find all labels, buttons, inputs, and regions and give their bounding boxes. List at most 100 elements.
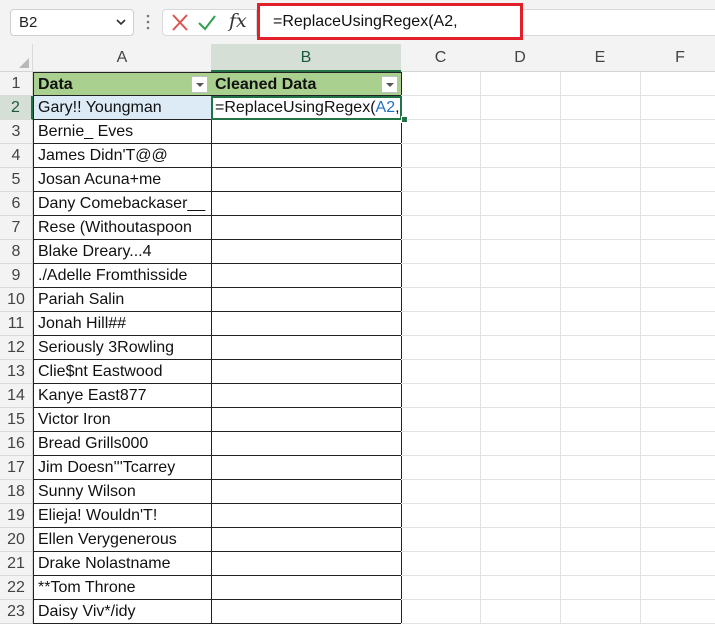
table-header-data[interactable]: Data: [33, 72, 212, 96]
cleaned-data-cell[interactable]: [211, 192, 402, 216]
data-cell[interactable]: Dany Comebackaser__: [33, 192, 212, 216]
empty-cell[interactable]: [401, 456, 481, 480]
empty-cell[interactable]: [401, 480, 481, 504]
empty-cell[interactable]: [480, 456, 561, 480]
data-cell[interactable]: ./Adelle Fromthisside: [33, 264, 212, 288]
row-header[interactable]: 19: [0, 504, 33, 528]
empty-cell[interactable]: [480, 600, 561, 624]
empty-cell[interactable]: [560, 120, 641, 144]
empty-cell[interactable]: [401, 288, 481, 312]
cleaned-data-cell[interactable]: [211, 384, 402, 408]
column-header[interactable]: F: [640, 44, 715, 72]
row-header[interactable]: 4: [0, 144, 33, 168]
empty-cell[interactable]: [401, 216, 481, 240]
row-header[interactable]: 20: [0, 528, 33, 552]
column-header[interactable]: E: [560, 44, 641, 72]
cleaned-data-cell[interactable]: [211, 360, 402, 384]
row-header[interactable]: 2: [0, 96, 33, 120]
row-header[interactable]: 23: [0, 600, 33, 624]
row-header[interactable]: 8: [0, 240, 33, 264]
row-header[interactable]: 21: [0, 552, 33, 576]
empty-cell[interactable]: [401, 600, 481, 624]
select-all-corner[interactable]: [0, 44, 33, 72]
more-options-icon[interactable]: [145, 13, 151, 31]
empty-cell[interactable]: [640, 408, 715, 432]
data-cell[interactable]: Josan Acuna+me: [33, 168, 212, 192]
empty-cell[interactable]: [401, 72, 481, 96]
cleaned-data-cell[interactable]: [211, 144, 402, 168]
empty-cell[interactable]: [560, 72, 641, 96]
row-header[interactable]: 7: [0, 216, 33, 240]
column-header[interactable]: C: [401, 44, 481, 72]
empty-cell[interactable]: [560, 528, 641, 552]
empty-cell[interactable]: [560, 288, 641, 312]
empty-cell[interactable]: [480, 336, 561, 360]
column-header[interactable]: B: [211, 44, 402, 72]
data-cell[interactable]: Jonah Hill##: [33, 312, 212, 336]
data-cell[interactable]: Clie$nt Eastwood: [33, 360, 212, 384]
cleaned-data-cell[interactable]: [211, 408, 402, 432]
empty-cell[interactable]: [480, 144, 561, 168]
data-cell[interactable]: James Didn'T@@: [33, 144, 212, 168]
empty-cell[interactable]: [560, 336, 641, 360]
empty-cell[interactable]: [640, 528, 715, 552]
row-header[interactable]: 22: [0, 576, 33, 600]
empty-cell[interactable]: [480, 216, 561, 240]
empty-cell[interactable]: [560, 312, 641, 336]
empty-cell[interactable]: [640, 240, 715, 264]
empty-cell[interactable]: [560, 240, 641, 264]
row-header[interactable]: 1: [0, 72, 33, 96]
cleaned-data-cell[interactable]: [211, 216, 402, 240]
empty-cell[interactable]: [640, 72, 715, 96]
empty-cell[interactable]: [640, 576, 715, 600]
cleaned-data-cell[interactable]: [211, 168, 402, 192]
empty-cell[interactable]: [560, 408, 641, 432]
row-header[interactable]: 17: [0, 456, 33, 480]
empty-cell[interactable]: [480, 72, 561, 96]
data-cell[interactable]: **Tom Throne: [33, 576, 212, 600]
empty-cell[interactable]: [560, 600, 641, 624]
empty-cell[interactable]: [480, 192, 561, 216]
empty-cell[interactable]: [560, 168, 641, 192]
column-header[interactable]: A: [33, 44, 212, 72]
empty-cell[interactable]: [640, 384, 715, 408]
empty-cell[interactable]: [401, 96, 481, 120]
empty-cell[interactable]: [480, 168, 561, 192]
data-cell[interactable]: Bernie_ Eves: [33, 120, 212, 144]
empty-cell[interactable]: [560, 432, 641, 456]
row-header[interactable]: 13: [0, 360, 33, 384]
empty-cell[interactable]: [640, 360, 715, 384]
formula-input-extension[interactable]: [523, 9, 715, 36]
row-header[interactable]: 18: [0, 480, 33, 504]
cancel-icon[interactable]: [170, 14, 190, 32]
data-cell[interactable]: Gary!! Youngman: [33, 96, 212, 120]
empty-cell[interactable]: [480, 432, 561, 456]
cleaned-data-cell[interactable]: [211, 504, 402, 528]
cleaned-data-cell[interactable]: [211, 264, 402, 288]
empty-cell[interactable]: [480, 504, 561, 528]
empty-cell[interactable]: [480, 576, 561, 600]
cleaned-data-cell[interactable]: [211, 552, 402, 576]
empty-cell[interactable]: [640, 312, 715, 336]
empty-cell[interactable]: [480, 288, 561, 312]
data-cell[interactable]: Seriously 3Rowling: [33, 336, 212, 360]
empty-cell[interactable]: [560, 576, 641, 600]
cleaned-data-cell[interactable]: [211, 288, 402, 312]
empty-cell[interactable]: [640, 120, 715, 144]
data-cell[interactable]: Ellen Verygenerous: [33, 528, 212, 552]
empty-cell[interactable]: [640, 552, 715, 576]
empty-cell[interactable]: [480, 480, 561, 504]
row-header[interactable]: 6: [0, 192, 33, 216]
empty-cell[interactable]: [560, 144, 641, 168]
enter-check-icon[interactable]: [197, 14, 217, 32]
empty-cell[interactable]: [401, 240, 481, 264]
empty-cell[interactable]: [401, 264, 481, 288]
empty-cell[interactable]: [401, 336, 481, 360]
empty-cell[interactable]: [560, 192, 641, 216]
empty-cell[interactable]: [401, 408, 481, 432]
cleaned-data-cell[interactable]: [211, 576, 402, 600]
cleaned-data-cell[interactable]: [211, 312, 402, 336]
empty-cell[interactable]: [401, 120, 481, 144]
data-cell[interactable]: Pariah Salin: [33, 288, 212, 312]
empty-cell[interactable]: [480, 312, 561, 336]
